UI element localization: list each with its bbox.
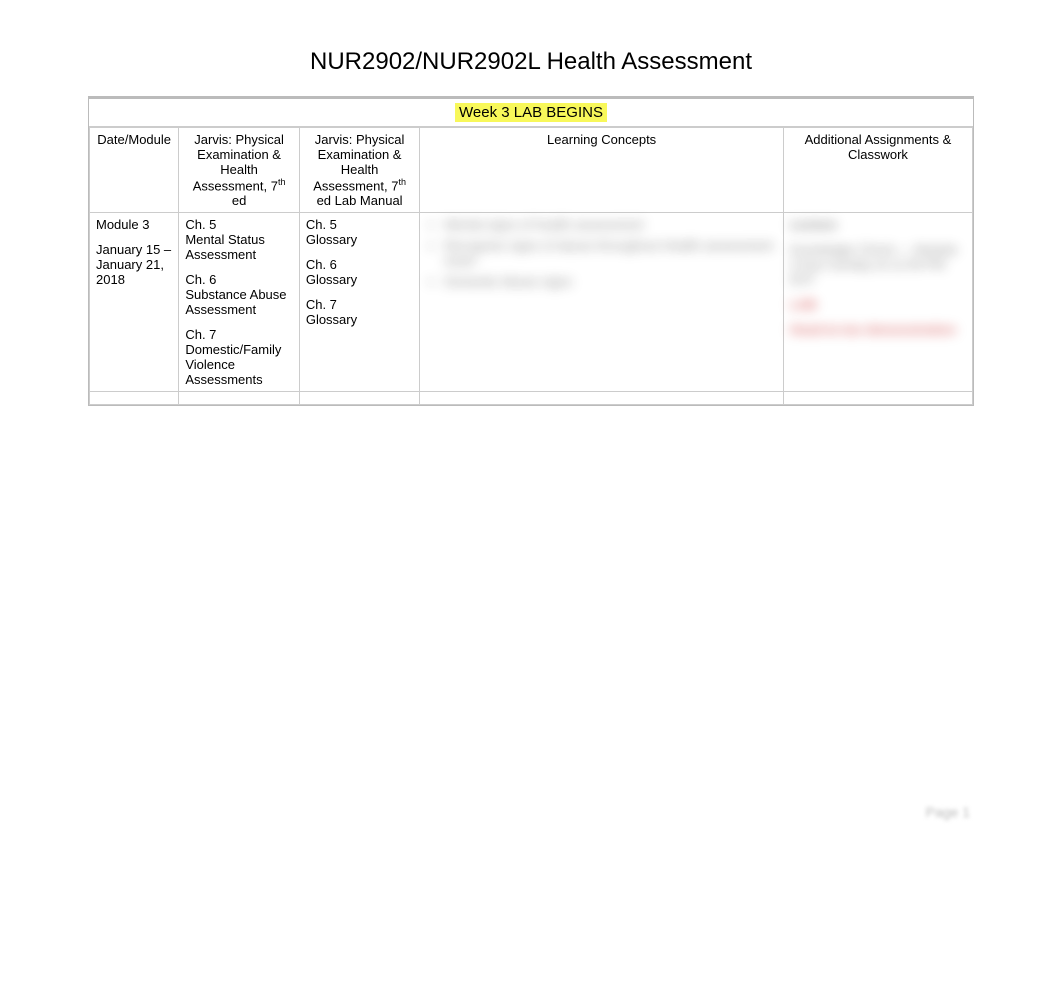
date-range: January 15 – January 21, 2018 <box>96 242 172 287</box>
assign-lab-header: LAB <box>790 297 966 312</box>
lab-ch7-a: Ch. 7 <box>306 297 414 312</box>
header-textbook: Jarvis: Physical Examination & Health As… <box>179 128 300 213</box>
schedule-table: Date/Module Jarvis: Physical Examination… <box>89 127 973 405</box>
header-lab-suffix: ed Lab Manual <box>317 193 403 208</box>
header-lab-prefix: Jarvis: Physical Examination & Health As… <box>313 132 404 193</box>
header-lab-sup: th <box>398 177 406 187</box>
assign-lecture-header: Lecture <box>790 217 966 232</box>
week-banner-row: Week 3 LAB BEGINS <box>89 99 973 127</box>
lab-ch7-b: Glossary <box>306 312 414 327</box>
empty-cell <box>420 392 784 405</box>
lab-ch6-a: Ch. 6 <box>306 257 414 272</box>
header-textbook-prefix: Jarvis: Physical Examination & Health As… <box>193 132 284 193</box>
week-banner: Week 3 LAB BEGINS <box>455 103 607 122</box>
table-row: Module 3 January 15 – January 21, 2018 C… <box>90 213 973 392</box>
cell-date: Module 3 January 15 – January 21, 2018 <box>90 213 179 392</box>
module-label: Module 3 <box>96 217 172 232</box>
assign-lab-item: Head-to-toe demonstration <box>790 322 966 337</box>
empty-cell <box>299 392 420 405</box>
page-title: NUR2902/NUR2902L Health Assessment <box>0 48 1062 76</box>
header-learning: Learning Concepts <box>420 128 784 213</box>
textbook-ch5-b: Mental Status Assessment <box>185 232 293 262</box>
header-row: Date/Module Jarvis: Physical Examination… <box>90 128 973 213</box>
textbook-ch7-a: Ch. 7 <box>185 327 293 342</box>
textbook-ch6-b: Substance Abuse Assessment <box>185 287 293 317</box>
lab-ch6-b: Glossary <box>306 272 414 287</box>
cell-lab-manual: Ch. 5 Glossary Ch. 6 Glossary Ch. 7 Glos… <box>299 213 420 392</box>
learning-item: Mental signs of health assessment <box>444 217 777 232</box>
learning-item: Recognize signs of abuse throughout Heal… <box>444 238 777 268</box>
page-number: Page 1 <box>926 804 970 820</box>
cell-assignments: Lecture Knowledge Check — Module 3 Due S… <box>783 213 972 392</box>
empty-cell <box>179 392 300 405</box>
header-textbook-suffix: ed <box>232 193 246 208</box>
empty-cell <box>783 392 972 405</box>
empty-cell <box>90 392 179 405</box>
lab-ch5-b: Glossary <box>306 232 414 247</box>
textbook-ch6-a: Ch. 6 <box>185 272 293 287</box>
lab-ch5-a: Ch. 5 <box>306 217 414 232</box>
header-lab-manual: Jarvis: Physical Examination & Health As… <box>299 128 420 213</box>
learning-list: Mental signs of health assessment Recogn… <box>444 217 777 289</box>
table-row <box>90 392 973 405</box>
header-date: Date/Module <box>90 128 179 213</box>
header-assignments: Additional Assignments & Classwork <box>783 128 972 213</box>
assign-knowledge-check: Knowledge Check — Module 3 Due Sunday at… <box>790 242 966 287</box>
schedule-table-container: Week 3 LAB BEGINS Date/Module Jarvis: Ph… <box>88 96 974 406</box>
cell-learning: Mental signs of health assessment Recogn… <box>420 213 784 392</box>
textbook-ch5-a: Ch. 5 <box>185 217 293 232</box>
cell-textbook: Ch. 5 Mental Status Assessment Ch. 6 Sub… <box>179 213 300 392</box>
textbook-ch7-b: Domestic/Family Violence Assessments <box>185 342 293 387</box>
learning-item: Domestic Abuse signs <box>444 274 777 289</box>
header-textbook-sup: th <box>278 177 286 187</box>
